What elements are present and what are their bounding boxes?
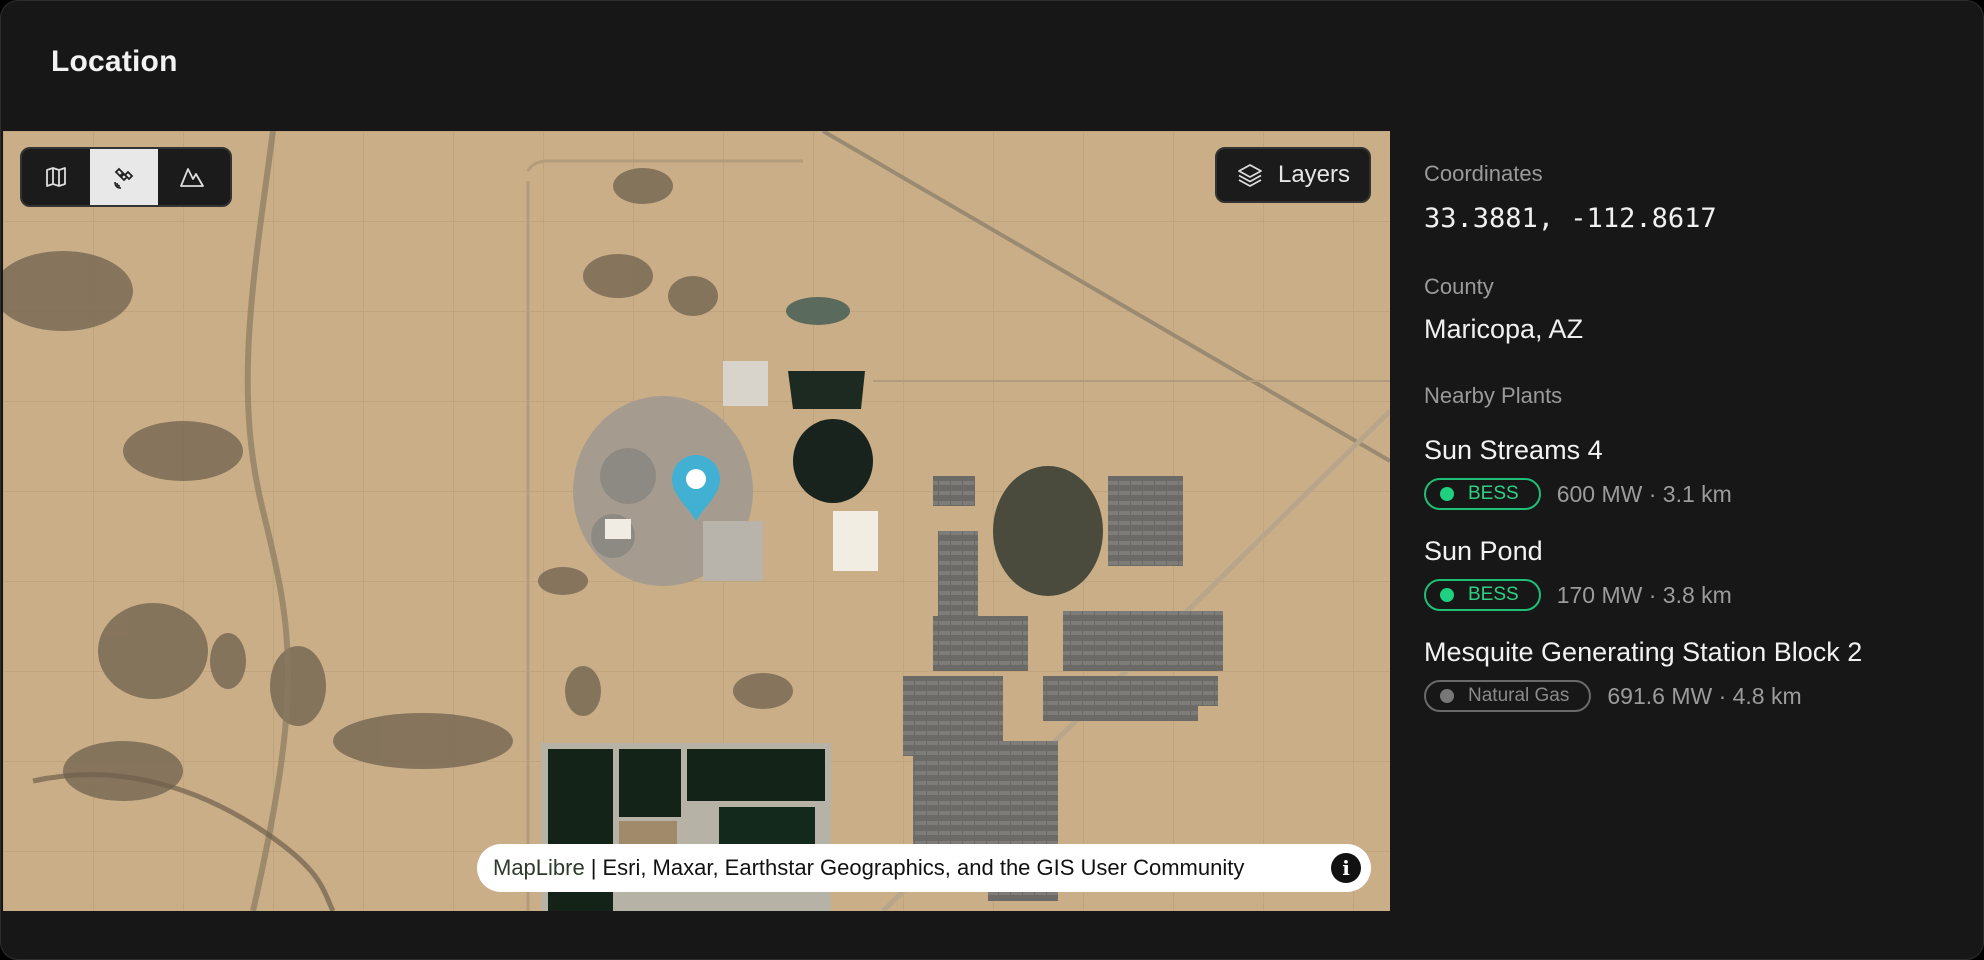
terrain-view-icon [180, 168, 204, 187]
map-style-switcher [20, 147, 232, 207]
info-icon[interactable]: i [1331, 853, 1361, 883]
satellite-view-icon [114, 167, 134, 189]
attribution-separator: | [590, 855, 597, 880]
map-style-button-terrain[interactable] [158, 149, 226, 205]
plant-type-badge: BESS [1424, 478, 1541, 510]
map-pin-icon [672, 455, 720, 521]
map-view-icon [46, 167, 66, 187]
status-dot [1440, 689, 1454, 703]
satellite-map[interactable]: Layers MapLibre | Esri, Maxar, Earthstar… [3, 131, 1390, 911]
map-style-button-satellite[interactable] [90, 149, 158, 205]
plant-item[interactable]: Sun Streams 4 BESS 600 MW · 3.1 km [1424, 435, 1944, 510]
location-marker[interactable] [668, 453, 724, 528]
plant-type-label: BESS [1468, 483, 1519, 504]
map-attribution: MapLibre | Esri, Maxar, Earthstar Geogra… [477, 844, 1371, 892]
plant-item[interactable]: Mesquite Generating Station Block 2 Natu… [1424, 637, 1944, 712]
coordinates-value: 33.3881, -112.8617 [1424, 203, 1717, 234]
layers-label: Layers [1277, 161, 1351, 188]
plant-name: Mesquite Generating Station Block 2 [1424, 637, 1863, 667]
plant-type-badge: Natural Gas [1424, 680, 1592, 712]
nearby-plants-label: Nearby Plants [1424, 383, 1563, 408]
map-style-button-map[interactable] [22, 149, 90, 205]
plant-name: Sun Streams 4 [1424, 435, 1603, 465]
attribution-sources: Esri, Maxar, Earthstar Geographics, and … [602, 855, 1245, 880]
layers-icon [1238, 164, 1262, 187]
plant-type-label: Natural Gas [1468, 685, 1570, 706]
location-details: Coordinates 33.3881, -112.8617 County Ma… [1424, 161, 1944, 712]
status-dot [1440, 588, 1454, 602]
plant-capacity-distance: 170 MW · 3.8 km [1556, 581, 1732, 608]
county-label: County [1424, 274, 1494, 299]
location-card: Location Layers MapLibre | Esri, Maxar, … [0, 0, 1984, 960]
plant-capacity-distance: 600 MW · 3.1 km [1556, 480, 1732, 507]
plant-item[interactable]: Sun Pond BESS 170 MW · 3.8 km [1424, 536, 1944, 611]
plant-name: Sun Pond [1424, 536, 1543, 566]
layers-button[interactable]: Layers [1215, 147, 1371, 203]
plant-type-badge: BESS [1424, 579, 1541, 611]
status-dot [1440, 487, 1454, 501]
plant-capacity-distance: 691.6 MW · 4.8 km [1607, 682, 1802, 709]
plant-type-label: BESS [1468, 584, 1519, 605]
maplibre-link[interactable]: MapLibre [493, 855, 585, 881]
card-title: Location [51, 45, 178, 78]
county-value: Maricopa, AZ [1424, 314, 1584, 344]
coordinates-label: Coordinates [1424, 161, 1543, 186]
